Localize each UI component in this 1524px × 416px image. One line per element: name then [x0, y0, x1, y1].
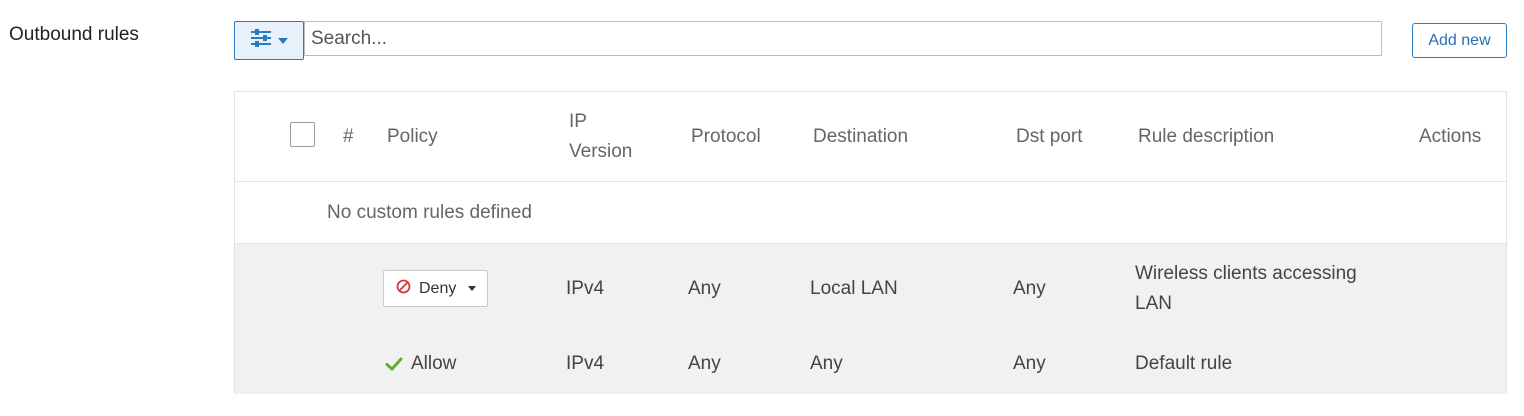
header-rule-description: Rule description [1138, 126, 1275, 147]
dst-port-cell: Any [1013, 353, 1046, 374]
ip-version-cell: IPv4 [566, 278, 605, 299]
dst-port-cell: Any [1013, 278, 1046, 299]
destination-cell: Local LAN [810, 278, 898, 299]
description-cell-line2: LAN [1135, 293, 1172, 314]
description-cell-line1: Wireless clients accessing [1135, 263, 1357, 284]
sliders-icon [250, 28, 272, 53]
chevron-down-icon [278, 37, 288, 44]
empty-state-message: No custom rules defined [327, 202, 532, 223]
empty-state-row: No custom rules defined [235, 182, 1506, 244]
header-ip-version-line2: Version [569, 141, 633, 162]
section-title: Outbound rules [9, 24, 139, 45]
chevron-down-icon [468, 286, 477, 291]
description-cell: Default rule [1135, 353, 1233, 374]
protocol-cell: Any [688, 278, 721, 299]
default-rules: Deny IPv4 Any Local LAN Any Wireless cli… [235, 244, 1506, 394]
check-icon [385, 356, 403, 377]
outbound-rules-table: # Policy IP Version Protocol Destination… [234, 91, 1507, 394]
search-input[interactable] [304, 21, 1382, 56]
protocol-cell: Any [688, 353, 721, 374]
add-new-button[interactable]: Add new [1412, 23, 1507, 58]
policy-label: Allow [411, 353, 457, 374]
header-protocol: Protocol [691, 126, 761, 147]
select-all-checkbox[interactable] [290, 122, 315, 147]
header-dst-port: Dst port [1016, 126, 1083, 147]
policy-label: Deny [419, 279, 457, 297]
header-policy: Policy [387, 126, 438, 147]
deny-icon [396, 279, 411, 299]
header-actions: Actions [1419, 126, 1482, 147]
filter-button[interactable] [234, 21, 304, 60]
policy-dropdown[interactable]: Deny [383, 270, 488, 307]
table-header: # Policy IP Version Protocol Destination… [235, 92, 1506, 182]
destination-cell: Any [810, 353, 843, 374]
ip-version-cell: IPv4 [566, 353, 605, 374]
header-ip-version-line1: IP [569, 111, 587, 132]
header-number: # [343, 126, 354, 147]
header-destination: Destination [813, 126, 909, 147]
